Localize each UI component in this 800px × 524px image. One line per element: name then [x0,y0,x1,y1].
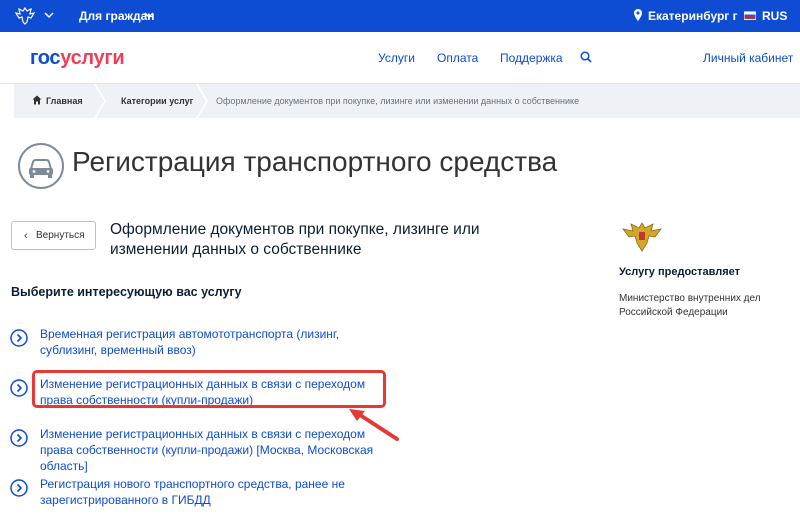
language-selector[interactable]: RUS [762,9,787,23]
car-icon [18,143,64,189]
nav-services[interactable]: Услуги [378,51,415,65]
breadcrumb-current: Оформление документов при покупке, лизин… [216,96,580,106]
service-link[interactable]: Изменение регистрационных данных в связи… [40,426,385,474]
site-header: госуслуги Услуги Оплата Поддержка Личный… [0,32,800,84]
annotation-arrow-icon [349,409,399,441]
chevron-down-icon[interactable] [44,10,54,20]
breadcrumb: Главная Категории услуг Оформление докум… [14,84,800,118]
service-link[interactable]: Временная регистрация автомототранспорта… [40,326,385,358]
chevron-right-circle-icon [10,379,28,397]
location-selector[interactable]: Екатеринбург г [648,9,738,23]
coat-of-arms-icon[interactable] [14,6,36,26]
search-icon[interactable] [580,51,592,63]
logo-part-1: гос [30,47,61,69]
russian-flag-icon [744,11,756,20]
page-title: Регистрация транспортного средства [72,146,558,177]
back-button-label: Вернуться [36,230,85,241]
chevron-right-circle-icon [10,479,28,497]
nav-support[interactable]: Поддержка [500,51,563,65]
breadcrumb-separator-icon [94,84,106,118]
highlight-frame [32,370,386,408]
provider-heading: Услугу предоставляет [619,266,741,278]
personal-account-link[interactable]: Личный кабинет [703,51,793,65]
chevron-down-icon[interactable] [144,10,154,20]
home-icon [32,95,42,105]
service-link[interactable]: Регистрация нового транспортного средств… [40,476,385,508]
ministry-emblem-icon [622,222,662,252]
logo-part-2: услуги [60,47,125,69]
breadcrumb-separator-icon [196,84,208,118]
gosuslugi-logo[interactable]: госуслуги [30,47,125,70]
top-bar: Для граждан Екатеринбург г RUS [0,0,800,32]
chevron-right-circle-icon [10,429,28,447]
section-subtitle: Оформление документов при покупке, лизин… [110,221,480,258]
provider-name: Министерство внутренних дел Российской Ф… [619,293,761,318]
chevron-right-circle-icon [10,329,28,347]
breadcrumb-home[interactable]: Главная [46,96,83,106]
breadcrumb-categories[interactable]: Категории услуг [121,96,193,106]
back-button[interactable]: ‹ Вернуться [11,221,96,250]
nav-payment[interactable]: Оплата [437,51,478,65]
location-pin-icon [634,9,642,21]
chevron-left-icon: ‹ [24,230,28,242]
choose-service-heading: Выберите интересующую вас услугу [11,285,242,299]
